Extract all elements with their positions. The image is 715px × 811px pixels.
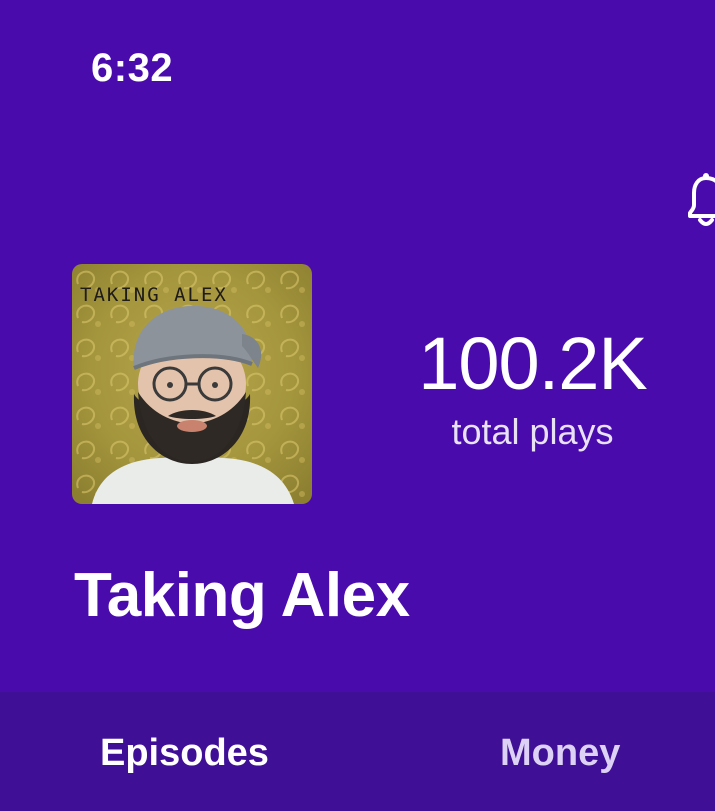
podcast-cover-art: TAKING ALEX (72, 264, 312, 504)
total-plays-count: 100.2K (418, 322, 648, 405)
tab-bar: Episodes Money (0, 692, 715, 811)
cover-text: TAKING ALEX (80, 284, 228, 306)
total-plays-stat: 100.2K total plays (370, 322, 695, 454)
bell-icon[interactable] (688, 172, 715, 232)
status-bar-time: 6:32 (91, 46, 174, 90)
tab-episodes[interactable]: Episodes (100, 730, 269, 776)
tab-money[interactable]: Money (500, 730, 620, 776)
total-plays-label: total plays (451, 411, 614, 452)
podcast-title: Taking Alex (74, 561, 410, 630)
